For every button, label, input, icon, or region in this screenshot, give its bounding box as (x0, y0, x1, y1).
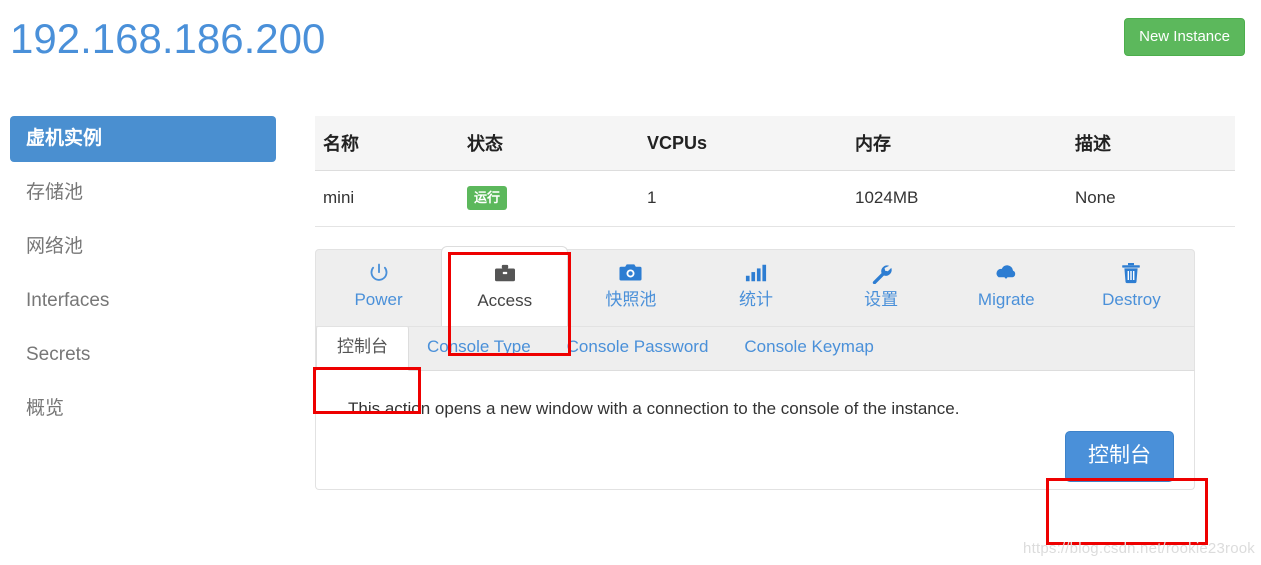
cell-instance-state: 运行 (459, 170, 639, 227)
cell-instance-name[interactable]: mini (315, 170, 459, 227)
sidebar-item-secrets[interactable]: Secrets (10, 332, 276, 378)
watermark: https://blog.csdn.net/rookie23rook (1023, 540, 1255, 557)
sub-tab-console-password[interactable]: Console Password (549, 325, 727, 370)
camera-icon (568, 260, 693, 286)
column-header-state[interactable]: 状态 (459, 116, 639, 171)
column-header-vcpus[interactable]: VCPUs (639, 116, 847, 171)
cell-instance-memory: 1024MB (847, 170, 1067, 227)
main-content: 名称 状态 VCPUs 内存 描述 mini 运行 1 1024MB None (315, 116, 1235, 490)
action-tab-access-label: Access (477, 291, 533, 310)
sidebar: 虚机实例 存储池 网络池 Interfaces Secrets 概览 (10, 116, 276, 440)
column-header-description[interactable]: 描述 (1067, 116, 1235, 171)
sidebar-item-storage-pools[interactable]: 存储池 (10, 170, 276, 216)
open-console-button[interactable]: 控制台 (1065, 431, 1174, 482)
action-tab-access[interactable]: Access (441, 246, 569, 326)
page-header: 192.168.186.200 New Instance (0, 0, 1261, 95)
briefcase-icon (442, 261, 567, 287)
new-instance-button[interactable]: New Instance (1124, 18, 1245, 56)
action-tab-statistics-label: 统计 (738, 290, 773, 309)
trash-icon (1069, 260, 1194, 286)
action-tab-migrate[interactable]: Migrate (944, 250, 1069, 326)
action-tab-destroy-label: Destroy (1102, 290, 1161, 309)
table-header-row: 名称 状态 VCPUs 内存 描述 (315, 116, 1235, 171)
column-header-memory[interactable]: 内存 (847, 116, 1067, 171)
action-tab-settings[interactable]: 设置 (819, 250, 944, 326)
column-header-name[interactable]: 名称 (315, 116, 459, 171)
sub-tab-console-type[interactable]: Console Type (409, 325, 549, 370)
wrench-icon (819, 260, 944, 286)
action-tab-settings-label: 设置 (864, 290, 899, 309)
action-tab-power-label: Power (354, 290, 403, 309)
sidebar-item-instances[interactable]: 虚机实例 (10, 116, 276, 162)
sidebar-item-network-pools[interactable]: 网络池 (10, 224, 276, 270)
action-tab-migrate-label: Migrate (977, 290, 1035, 309)
action-tab-statistics[interactable]: 统计 (693, 250, 818, 326)
action-tab-snapshots[interactable]: 快照池 (568, 250, 693, 326)
page-title: 192.168.186.200 (10, 15, 326, 62)
status-badge: 运行 (467, 186, 508, 210)
action-tab-destroy[interactable]: Destroy (1069, 250, 1194, 326)
action-tab-snapshots-label: 快照池 (605, 290, 657, 309)
cloud-download-icon (944, 260, 1069, 286)
action-tabs: Power Access 快照池 统计 设置 Migrate Destroy (315, 246, 1195, 327)
sub-tabs: 控制台 Console Type Console Password Consol… (315, 324, 1195, 371)
sidebar-item-overview[interactable]: 概览 (10, 386, 276, 432)
cell-instance-description: None (1067, 170, 1235, 227)
table-row[interactable]: mini 运行 1 1024MB None (315, 170, 1235, 227)
console-description: This action opens a new window with a co… (348, 399, 960, 418)
action-tab-power[interactable]: Power (316, 250, 441, 326)
instance-table: 名称 状态 VCPUs 内存 描述 mini 运行 1 1024MB None (315, 116, 1235, 227)
sidebar-item-interfaces[interactable]: Interfaces (10, 278, 276, 324)
action-tabs-wrapper: Power Access 快照池 统计 设置 Migrate Destroy (315, 246, 1195, 327)
power-icon (316, 260, 441, 286)
console-panel: This action opens a new window with a co… (315, 371, 1195, 490)
sub-tab-console-keymap[interactable]: Console Keymap (726, 325, 891, 370)
cell-instance-vcpus: 1 (639, 170, 847, 227)
sub-tab-console[interactable]: 控制台 (316, 324, 409, 371)
bar-chart-icon (693, 260, 818, 286)
